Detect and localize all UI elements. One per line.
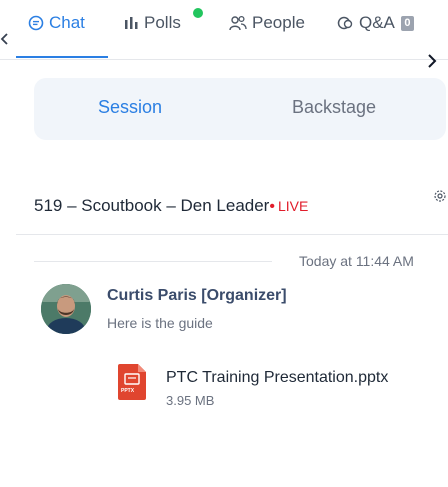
section-divider [16, 234, 448, 235]
active-tab-indicator [16, 56, 108, 58]
tab-polls[interactable]: Polls [124, 12, 181, 34]
tab-polls-label: Polls [144, 13, 181, 32]
tab-chat[interactable]: Chat [28, 12, 85, 34]
pptx-file-icon: PPTX [118, 364, 146, 400]
people-icon [229, 15, 247, 31]
scroll-right-icon[interactable] [426, 52, 442, 72]
file-name: PTC Training Presentation.pptx [166, 369, 389, 386]
tab-qa[interactable]: Q&A 0 [337, 12, 414, 34]
message-timestamp: Today at 11:44 AM [299, 253, 414, 269]
tab-people[interactable]: People [229, 12, 305, 34]
message-text: Here is the guide [107, 315, 213, 331]
tab-bar: Chat Polls People Q&A 0 [0, 0, 448, 60]
session-title-text: 519 – Scoutbook – Den Leader [34, 196, 270, 215]
file-attachment[interactable]: PPTX PTC Training Presentation.pptx 3.95… [118, 364, 448, 410]
tab-people-label: People [252, 13, 305, 32]
polls-new-indicator [193, 8, 203, 18]
file-size: 3.95 MB [166, 393, 215, 408]
scroll-left-icon[interactable] [0, 32, 16, 50]
qa-bubbles-icon [337, 15, 354, 31]
live-label: LIVE [277, 198, 309, 214]
gear-icon[interactable] [433, 189, 447, 203]
qa-count-badge: 0 [400, 15, 414, 31]
session-title: 519 – Scoutbook – Den Leader• LIVE [34, 196, 308, 216]
avatar[interactable] [41, 284, 91, 334]
backstage-button[interactable]: Backstage [292, 97, 376, 118]
file-type-badge: PPTX [121, 388, 135, 394]
session-button[interactable]: Session [98, 97, 162, 118]
date-divider [34, 261, 272, 262]
live-dot-icon: • [269, 198, 275, 215]
chat-bubble-icon [28, 15, 44, 31]
poll-chart-icon [124, 16, 139, 30]
tab-chat-label: Chat [49, 13, 85, 32]
tab-qa-label: Q&A [359, 13, 395, 32]
live-indicator: • LIVE [269, 198, 309, 215]
message-sender: Curtis Paris [Organizer] [107, 287, 287, 304]
session-backstage-toggle: Session Backstage [34, 78, 446, 140]
